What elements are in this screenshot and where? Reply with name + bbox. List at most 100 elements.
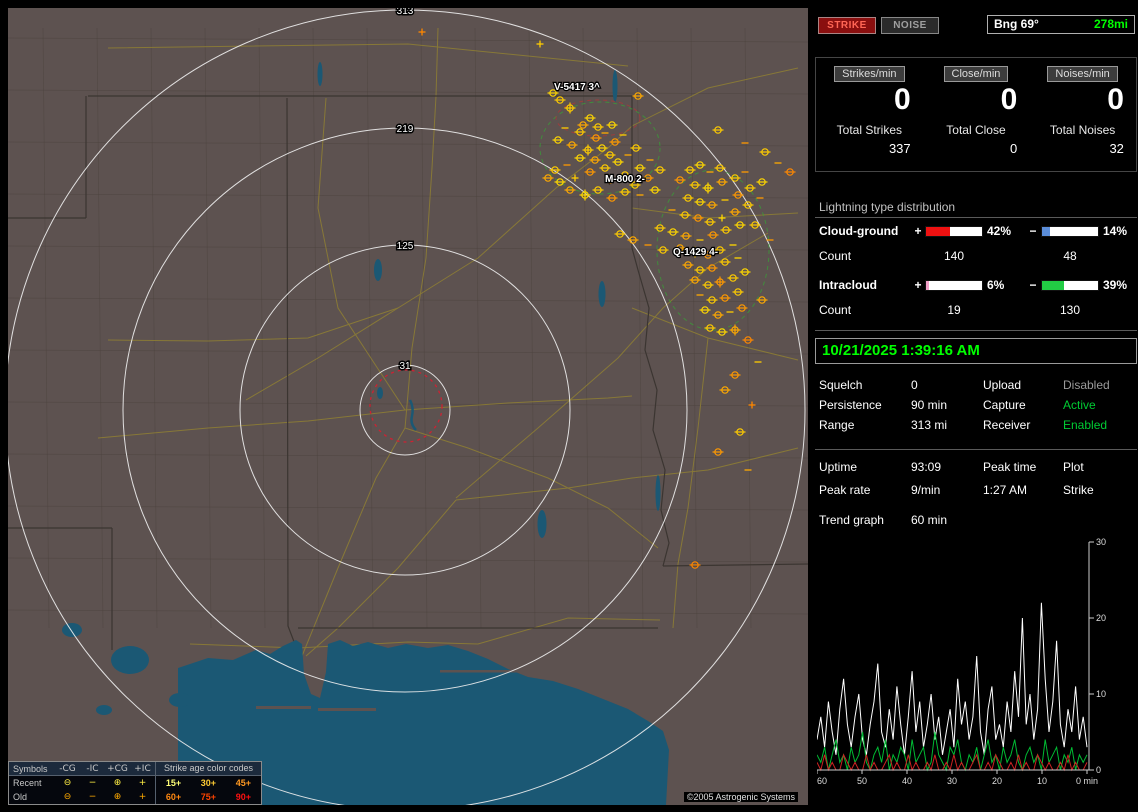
- minus-sign: −: [1029, 278, 1037, 292]
- svg-text:40: 40: [902, 776, 912, 786]
- legend-col-pcg: +CG: [107, 763, 128, 774]
- noises-counter-column: Noises/min 0 Total Noises 32: [1029, 58, 1136, 171]
- peak-time-label: Peak time: [983, 460, 1037, 474]
- close-counter-column: Close/min 0 Total Close 0: [923, 58, 1030, 171]
- age-75: 75+: [200, 792, 217, 802]
- age-30: 30+: [200, 778, 217, 788]
- separator: [815, 449, 1137, 450]
- trend-graph-label-row: Trend graph 60 min: [815, 513, 1137, 527]
- age-60: 60+: [165, 792, 182, 802]
- recent-ncg-icon: ⊖: [63, 778, 72, 788]
- status-row-persistence: Persistence 90 min Capture Active: [815, 398, 1137, 412]
- legend-old-row: Old ⊖ − ⊕ + 60+ 75+ 90+: [9, 790, 261, 804]
- old-pcg-icon: ⊕: [113, 792, 122, 802]
- ic-minus-bar: [1041, 279, 1099, 291]
- peak-time-value: 1:27 AM: [983, 483, 1028, 497]
- trend-graph-label: Trend graph: [819, 513, 884, 527]
- ic-plus-bar: [925, 279, 983, 291]
- stats-row-peak-rate: Peak rate 9/min 1:27 AM Strike: [815, 483, 1137, 497]
- trend-graph: 30 20 10 0 60 50 40 30 20 10 0 min: [817, 538, 1106, 786]
- separator: [815, 330, 1137, 331]
- svg-text:M-800 2-: M-800 2-: [605, 174, 645, 185]
- total-noises-label: Total Noises: [1049, 123, 1116, 137]
- squelch-value: 0: [911, 378, 918, 392]
- close-per-min-label: Close/min: [943, 66, 1009, 82]
- capture-value: Active: [1063, 398, 1096, 412]
- map-canvas: 31125219313 V-5417 3^M-800 2-Q-1429 4-: [8, 8, 808, 805]
- old-ncg-icon: ⊖: [63, 792, 72, 802]
- total-noises-value: 32: [1109, 141, 1124, 156]
- persistence-label: Persistence: [819, 398, 882, 412]
- total-strikes-label: Total Strikes: [836, 123, 902, 137]
- lightning-map[interactable]: 31 125 219 313 V-5417 3^ M-800 2- Q-1429 4- S…: [8, 8, 808, 805]
- ic-count-label: Count: [819, 303, 852, 317]
- distribution-title: Lightning type distribution: [815, 200, 1137, 218]
- ic-plus-pct: 6%: [987, 278, 1005, 292]
- legend-col-ncg: -CG: [59, 763, 76, 774]
- intracloud-label: Intracloud: [819, 278, 878, 292]
- legend-age-header: Strike age color codes: [155, 762, 261, 775]
- distance-label: 278mi: [1093, 17, 1128, 31]
- total-close-value: 0: [1010, 141, 1018, 156]
- ic-plus-count: 19: [947, 303, 961, 317]
- copyright-notice: ©2005 Astrogenic Systems: [683, 792, 798, 802]
- capture-label: Capture: [983, 398, 1026, 412]
- recent-nic-icon: −: [88, 778, 97, 788]
- svg-text:10: 10: [1096, 689, 1106, 699]
- uptime-value: 93:09: [911, 460, 942, 474]
- peak-rate-value: 9/min: [911, 483, 941, 497]
- legend-recent-label: Recent: [13, 778, 42, 788]
- minus-sign: −: [1029, 224, 1037, 238]
- cloud-ground-row: Cloud-ground + 42% − 14%: [815, 224, 1137, 238]
- svg-text:20: 20: [992, 776, 1002, 786]
- trend-window-value: 60 min: [911, 513, 948, 527]
- receiver-label: Receiver: [983, 418, 1031, 432]
- legend-symbols-header: Symbols: [13, 763, 48, 774]
- bearing-display: Bng 69° 278mi: [987, 15, 1135, 34]
- svg-text:50: 50: [857, 776, 867, 786]
- range-value: 313 mi: [911, 418, 948, 432]
- svg-text:V-5417 3^: V-5417 3^: [554, 82, 600, 93]
- plot-label: Plot: [1063, 460, 1084, 474]
- svg-text:0: 0: [1096, 765, 1101, 775]
- noise-indicator[interactable]: NOISE: [881, 17, 939, 34]
- receiver-value: Enabled: [1063, 418, 1108, 432]
- strikes-per-min-label: Strikes/min: [834, 66, 905, 82]
- cg-minus-count: 48: [1063, 249, 1077, 263]
- cg-plus-bar: [925, 225, 983, 237]
- noises-per-min-label: Noises/min: [1047, 66, 1118, 82]
- map-legend: Symbols -CG -IC +CG +IC Strike age color…: [8, 761, 262, 805]
- cg-count-label: Count: [819, 249, 852, 263]
- status-row-squelch: Squelch 0 Upload Disabled: [815, 378, 1137, 392]
- persistence-value: 90 min: [911, 398, 948, 412]
- bearing-label: Bng 69°: [994, 17, 1039, 31]
- total-close-label: Total Close: [946, 123, 1006, 137]
- legend-col-pic: +IC: [134, 763, 151, 774]
- intracloud-row: Intracloud + 6% − 39%: [815, 278, 1137, 292]
- svg-text:30: 30: [1096, 538, 1106, 547]
- status-row-range: Range 313 mi Receiver Enabled: [815, 418, 1137, 432]
- cg-minus-pct: 14%: [1103, 224, 1128, 238]
- svg-text:219: 219: [397, 124, 414, 135]
- strike-indicator[interactable]: STRIKE: [818, 17, 876, 34]
- age-45: 45+: [235, 778, 252, 788]
- plot-value: Strike: [1063, 483, 1094, 497]
- strikes-per-min-value: 0: [893, 83, 911, 116]
- recent-pic-icon: +: [138, 778, 147, 788]
- control-panel: STRIKE NOISE Bng 69° 278mi Strikes/min 0…: [815, 0, 1138, 812]
- svg-text:125: 125: [397, 241, 414, 252]
- strikes-counter-column: Strikes/min 0 Total Strikes 337: [816, 58, 923, 171]
- svg-text:0 min: 0 min: [1076, 776, 1098, 786]
- intracloud-count-row: Count 19 130: [815, 303, 1137, 317]
- datetime-display: 10/21/2025 1:39:16 AM: [815, 338, 1137, 364]
- total-strikes-value: 337: [888, 141, 911, 156]
- recent-pcg-icon: ⊕: [113, 778, 122, 788]
- close-per-min-value: 0: [1000, 83, 1018, 116]
- cg-plus-pct: 42%: [987, 224, 1012, 238]
- uptime-label: Uptime: [819, 460, 858, 474]
- svg-text:20: 20: [1096, 613, 1106, 623]
- cg-minus-bar: [1041, 225, 1099, 237]
- peak-rate-label: Peak rate: [819, 483, 871, 497]
- upload-value: Disabled: [1063, 378, 1110, 392]
- svg-text:60: 60: [817, 776, 827, 786]
